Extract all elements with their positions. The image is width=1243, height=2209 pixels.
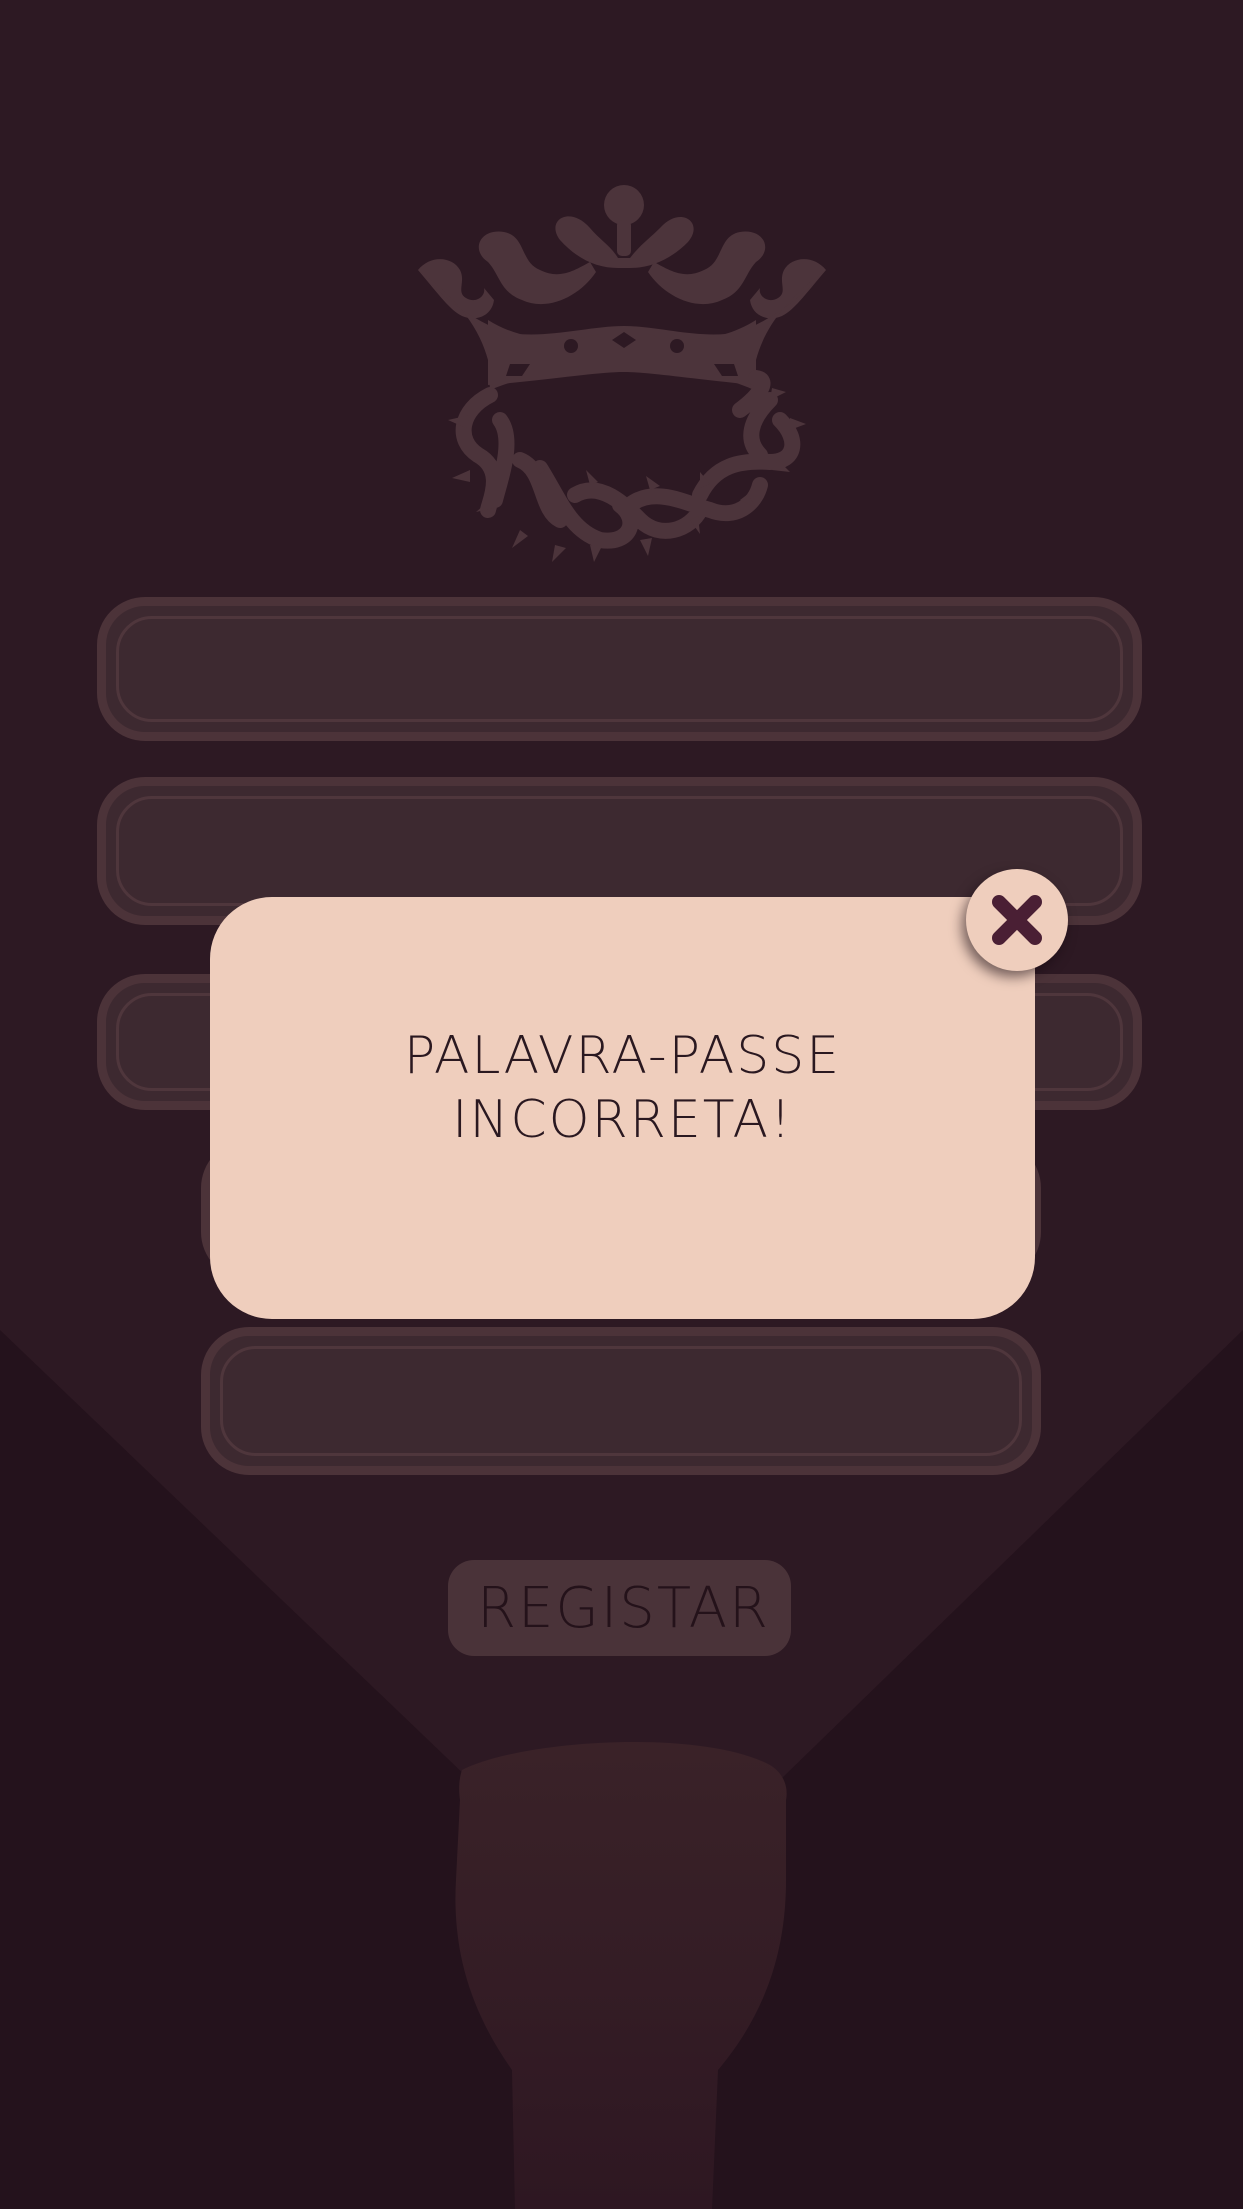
error-dialog: PALAVRA-PASSE INCORRETA! [210,897,1035,1319]
register-button[interactable]: REGISTAR [448,1560,791,1656]
text-input-5[interactable] [240,1346,1002,1456]
close-icon [992,895,1042,945]
form-field-5[interactable] [201,1327,1041,1475]
error-message: PALAVRA-PASSE INCORRETA! [403,1026,842,1150]
close-dialog-button[interactable] [966,869,1068,971]
form-field-1[interactable] [97,597,1142,741]
registration-screen: REGISTAR PALAVRA-PASSE INCORRETA! [0,0,1243,2209]
text-input-2[interactable] [136,796,1103,906]
text-input-1[interactable] [136,616,1103,722]
